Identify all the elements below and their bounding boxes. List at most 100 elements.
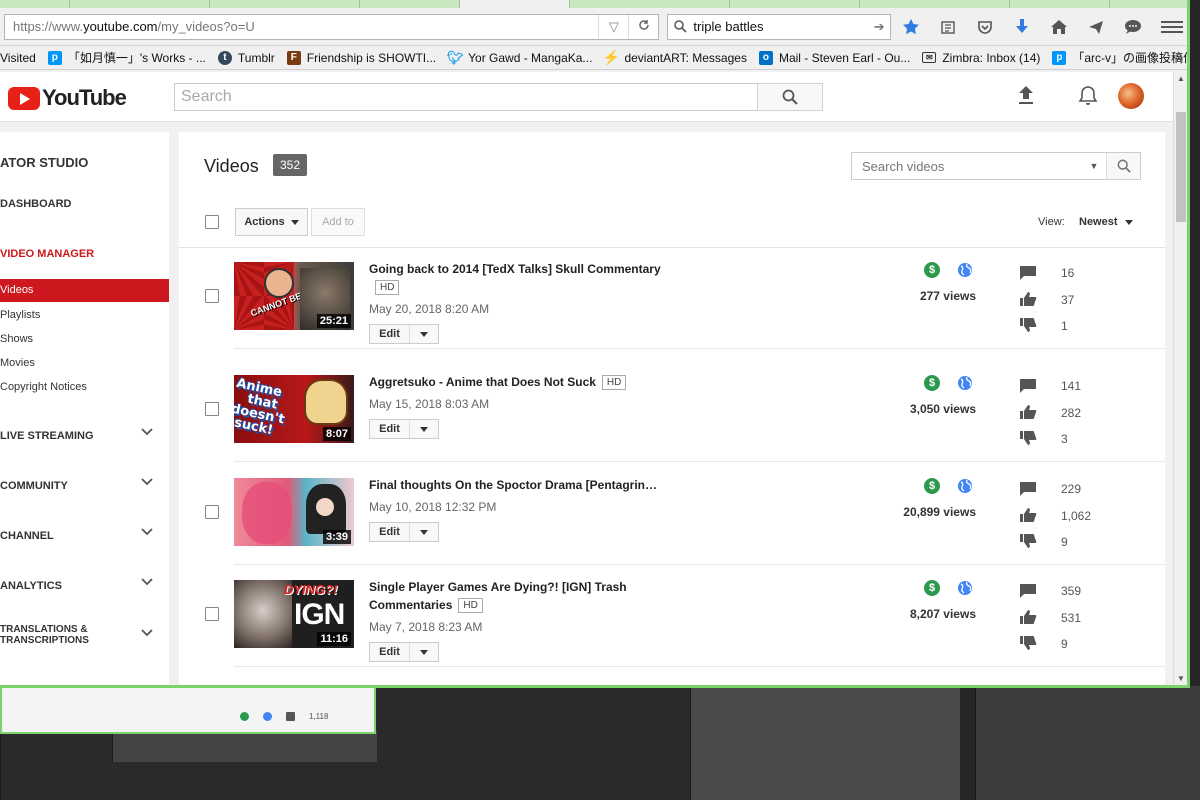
video-checkbox[interactable] <box>205 505 219 519</box>
video-duration: 11:16 <box>317 632 351 646</box>
video-title[interactable]: Final thoughts On the Spoctor Drama [Pen… <box>369 476 669 494</box>
reload-icon[interactable] <box>628 14 658 39</box>
caret-down-icon[interactable] <box>410 325 438 343</box>
chevron-down-icon <box>141 478 153 486</box>
browser-tab[interactable] <box>360 0 460 8</box>
thumbs-up-icon <box>1020 405 1037 419</box>
view-count: 277 views <box>919 289 976 303</box>
pocket-icon[interactable] <box>975 17 995 37</box>
sidebar-item-dashboard[interactable]: DASHBOARD <box>0 198 169 210</box>
video-thumbnail[interactable]: Anime that doesn't suck! 8:07 <box>234 375 354 443</box>
video-thumbnail[interactable]: CANNOT BE SEXIER?! 25:21 <box>234 262 354 330</box>
download-icon[interactable] <box>1012 17 1032 37</box>
url-dropdown-icon[interactable]: ▽ <box>598 14 628 39</box>
hamburger-menu-icon[interactable] <box>1161 20 1183 33</box>
edit-button[interactable]: Edit <box>369 419 439 439</box>
bookmarks-overflow-icon[interactable]: » <box>1176 50 1183 64</box>
video-checkbox[interactable] <box>205 402 219 416</box>
globe-icon[interactable] <box>957 262 973 278</box>
bookmark-item[interactable]: p 「arc-v」の画像投稿作... <box>1052 49 1187 66</box>
video-title[interactable]: Aggretsuko - Anime that Does Not Suck HD <box>369 373 669 391</box>
globe-icon[interactable] <box>957 478 973 494</box>
youtube-logo[interactable]: YouTube <box>8 85 127 111</box>
browser-search-bar[interactable]: triple battles ➔ <box>667 13 892 40</box>
page-scrollbar[interactable]: ▲ ▼ <box>1173 72 1187 685</box>
sidebar-item-channel[interactable]: CHANNEL <box>0 528 169 544</box>
sidebar-item-analytics[interactable]: ANALYTICS <box>0 578 169 594</box>
view-sort-select[interactable]: Newest <box>1079 216 1133 228</box>
sidebar-item-videos[interactable]: Videos <box>0 279 169 302</box>
browser-tab-active[interactable] <box>460 0 570 8</box>
sidebar-item-live-streaming[interactable]: LIVE STREAMING <box>0 428 169 444</box>
home-icon[interactable] <box>1049 17 1069 37</box>
actions-button[interactable]: Actions <box>235 208 308 236</box>
sidebar-item-community[interactable]: COMMUNITY <box>0 478 169 494</box>
notifications-bell-icon[interactable] <box>1078 85 1098 112</box>
edit-button[interactable]: Edit <box>369 324 439 344</box>
bookmark-visited[interactable]: Visited <box>0 51 36 65</box>
browser-tab[interactable] <box>210 0 360 8</box>
video-checkbox[interactable] <box>205 607 219 621</box>
dropdown-arrow-icon[interactable]: ▼ <box>1082 161 1106 171</box>
caret-down-icon[interactable] <box>410 420 438 438</box>
edit-button[interactable]: Edit <box>369 642 439 662</box>
sidebar-item-shows[interactable]: Shows <box>0 333 169 345</box>
browser-tab[interactable] <box>570 0 730 8</box>
sidebar-item-video-manager[interactable]: VIDEO MANAGER <box>0 248 169 260</box>
browser-tab[interactable] <box>1010 0 1110 8</box>
search-videos-input[interactable]: Search videos ▼ <box>851 152 1141 180</box>
globe-icon[interactable] <box>957 375 973 391</box>
bookmark-item[interactable]: ⚡ deviantART: Messages <box>603 49 747 65</box>
caret-down-icon[interactable] <box>410 643 438 661</box>
background-window[interactable]: 1,118 <box>0 686 376 734</box>
scrollbar-thumb[interactable] <box>1176 112 1186 222</box>
video-title[interactable]: Single Player Games Are Dying?! [IGN] Tr… <box>369 578 669 614</box>
select-all-checkbox[interactable] <box>205 215 219 229</box>
sidebar-item-copyright-notices[interactable]: Copyright Notices <box>0 381 169 393</box>
account-avatar[interactable] <box>1118 83 1144 109</box>
browser-tab[interactable] <box>860 0 1010 8</box>
video-title[interactable]: Going back to 2014 [TedX Talks] Skull Co… <box>369 260 669 296</box>
send-icon[interactable] <box>1086 17 1106 37</box>
reading-list-icon[interactable] <box>938 17 958 37</box>
bookmark-item[interactable]: t Tumblr <box>217 50 275 65</box>
monetization-icon[interactable]: $ <box>924 262 940 278</box>
bookmark-item[interactable]: 🐦︎ Yor Gawd - MangaKa... <box>447 50 593 65</box>
video-thumbnail[interactable]: 3:39 <box>234 478 354 546</box>
bookmark-star-icon[interactable] <box>901 17 921 37</box>
browser-tab[interactable] <box>0 0 70 8</box>
add-to-button[interactable]: Add to <box>311 208 365 236</box>
edit-button[interactable]: Edit <box>369 522 439 542</box>
bookmark-item[interactable]: F Friendship is SHOWTI... <box>286 50 436 65</box>
scroll-up-icon[interactable]: ▲ <box>1174 74 1187 83</box>
browser-tab[interactable] <box>70 0 210 8</box>
search-videos-button[interactable] <box>1106 153 1140 179</box>
globe-icon <box>263 712 272 721</box>
chat-icon[interactable] <box>1123 17 1143 37</box>
url-bar[interactable]: https://www.youtube.com/my_videos?o=U ▽ <box>4 13 660 40</box>
url-path: /my_videos?o=U <box>157 19 255 34</box>
browser-tab[interactable] <box>730 0 860 8</box>
view-count: 8,207 views <box>909 607 976 621</box>
sidebar-item-playlists[interactable]: Playlists <box>0 309 169 321</box>
video-thumbnail[interactable]: DYING?! IGN 11:16 <box>234 580 354 648</box>
scroll-down-icon[interactable]: ▼ <box>1174 674 1187 683</box>
globe-icon[interactable] <box>957 580 973 596</box>
monetization-icon[interactable]: $ <box>924 375 940 391</box>
sidebar-title[interactable]: ATOR STUDIO <box>0 155 169 170</box>
upload-icon[interactable] <box>1016 85 1036 112</box>
sidebar-item-translations[interactable]: TRANSLATIONS & TRANSCRIPTIONS <box>0 624 169 650</box>
video-title-text: Single Player Games Are Dying?! [IGN] Tr… <box>369 580 627 612</box>
bookmark-item[interactable]: p 「如月慎一」's Works - ... <box>47 49 206 66</box>
caret-down-icon[interactable] <box>410 523 438 541</box>
bookmark-item[interactable]: o Mail - Steven Earl - Ou... <box>758 50 910 65</box>
youtube-search-button[interactable] <box>757 83 823 111</box>
search-go-icon[interactable]: ➔ <box>868 19 890 35</box>
bookmark-item[interactable]: ✉ Zimbra: Inbox (14) <box>922 51 1040 65</box>
youtube-search-input[interactable]: Search <box>174 83 758 111</box>
monetization-icon[interactable]: $ <box>924 478 940 494</box>
pixiv-icon: p <box>47 50 62 65</box>
video-checkbox[interactable] <box>205 289 219 303</box>
monetization-icon[interactable]: $ <box>924 580 940 596</box>
sidebar-item-movies[interactable]: Movies <box>0 357 169 369</box>
